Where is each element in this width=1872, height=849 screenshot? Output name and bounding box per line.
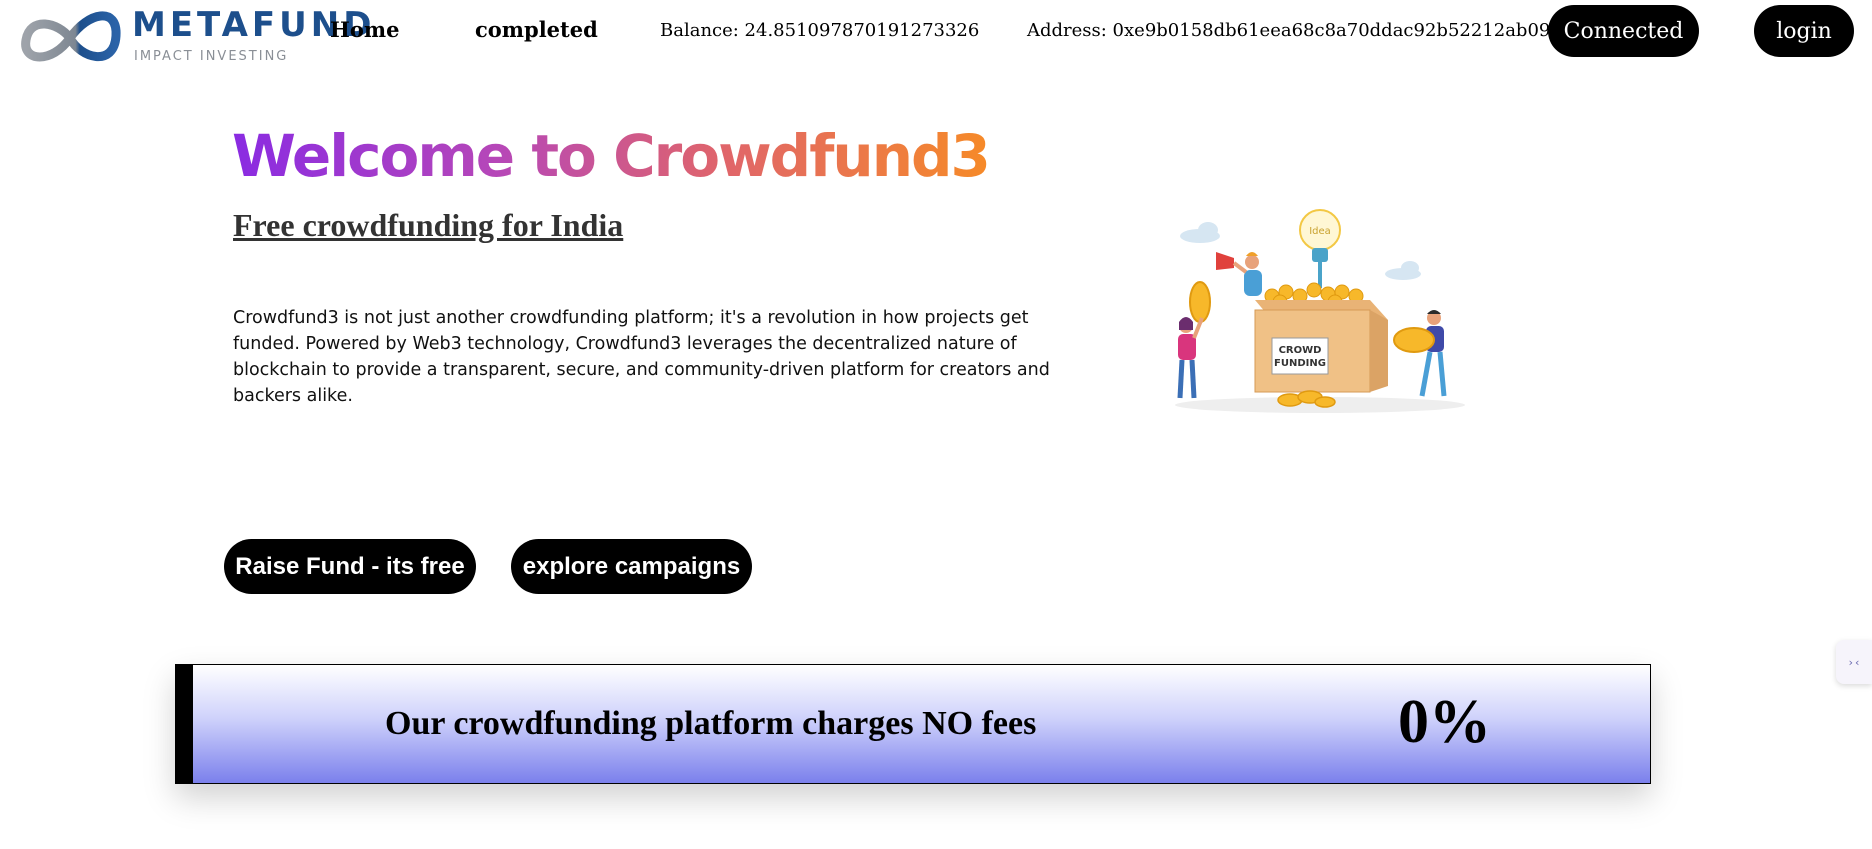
svg-text:›‹: ›‹ [1847,656,1860,669]
wallet-balance: Balance: 24.851097870191273326 [660,20,980,41]
navbar: METAFUND IMPACT INVESTING Home completed… [0,0,1872,66]
nav-completed-link[interactable]: completed [475,17,598,42]
no-fees-banner: Our crowdfunding platform charges NO fee… [175,664,1651,784]
explore-campaigns-button[interactable]: explore campaigns [511,539,752,594]
hero-subtitle: Free crowdfunding for India [233,207,624,243]
hero-description: Crowdfund3 is not just another crowdfund… [233,308,1050,406]
fees-percent: 0% [1398,688,1491,757]
megaphone-person-icon [1216,252,1262,296]
hero-title: Welcome to Crowdfund3 [232,122,991,190]
woman-with-coin-icon [1177,281,1211,399]
side-widget-tab[interactable]: ›‹ [1836,640,1872,684]
box-label-line1: CROWD [1279,345,1322,356]
box-label-line2: FUNDING [1274,358,1326,369]
connected-button[interactable]: Connected [1548,5,1699,57]
raise-fund-button[interactable]: Raise Fund - its free [224,539,476,594]
man-with-coin-icon [1393,310,1447,397]
translate-icon: ›‹ [1847,656,1860,669]
logo-tagline: IMPACT INVESTING [134,49,289,64]
bulb-label: Idea [1309,226,1331,237]
no-fees-text: Our crowdfunding platform charges NO fee… [385,705,1037,742]
wallet-address: Address: 0xe9b0158db61eea68c8a70ddac92b5… [1027,20,1584,41]
metafund-logo[interactable]: METAFUND IMPACT INVESTING [18,2,371,72]
login-button[interactable]: login [1754,5,1854,57]
infinity-logo-icon [21,11,121,62]
lightbulb-icon: Idea [1299,209,1341,288]
nav-home-link[interactable]: Home [330,17,399,42]
crowdfunding-illustration: Idea CROWD FUNDING [1175,209,1465,413]
crowdfunding-box-icon: CROWD FUNDING [1254,300,1388,393]
